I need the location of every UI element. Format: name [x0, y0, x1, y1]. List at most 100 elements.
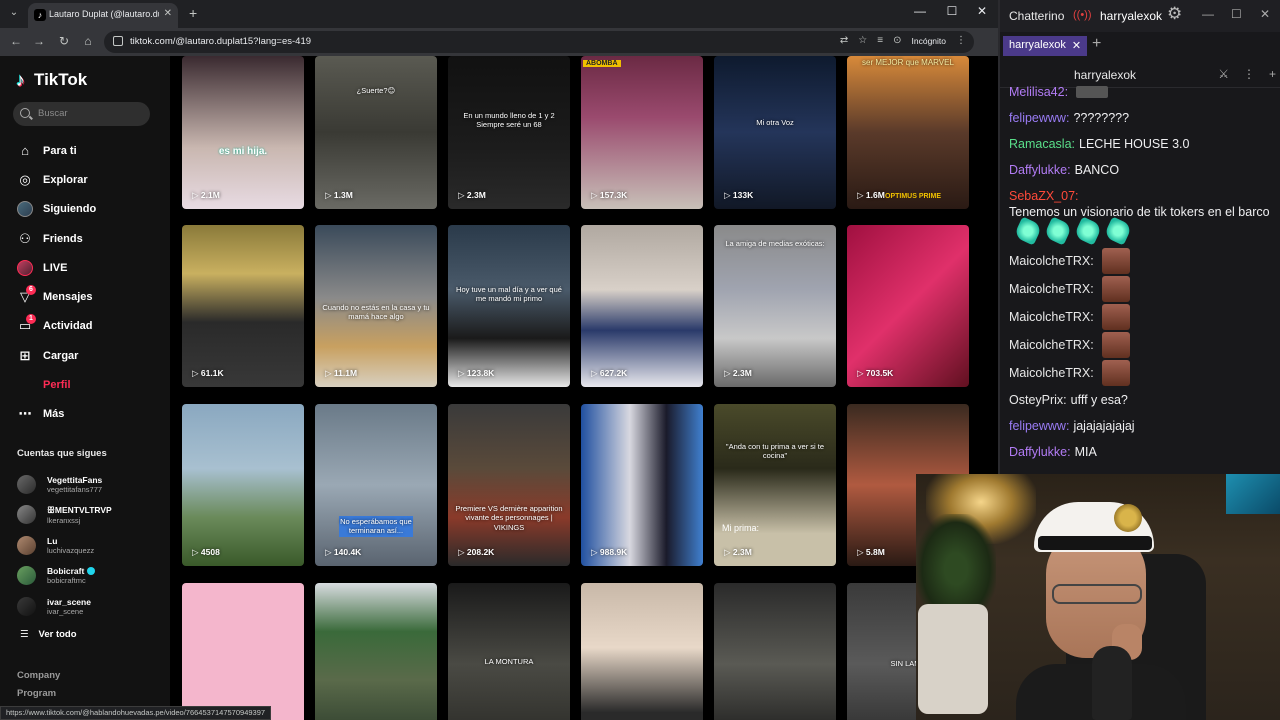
- following-account[interactable]: Bobicraft bobicraftmc: [17, 561, 112, 592]
- video-tile[interactable]: La amiga de medias exóticas: ▷ 2.3M: [714, 225, 836, 387]
- chat-tab[interactable]: harryalexok ✕: [1003, 36, 1088, 56]
- footer-link-company[interactable]: Company: [17, 670, 60, 681]
- chat-message: MaicolcheTRX:: [1009, 276, 1277, 302]
- tiktok-logo[interactable]: TikTok: [16, 70, 87, 91]
- incognito-label[interactable]: Incógnito: [912, 36, 947, 46]
- nav-item-friends[interactable]: ⚇ Friends: [0, 224, 170, 253]
- moderation-icon[interactable]: ⚔: [1218, 67, 1229, 81]
- translate-icon[interactable]: ⇄: [840, 35, 848, 46]
- site-info-icon[interactable]: [113, 36, 123, 46]
- chat-message-text: jajajajajajaj: [1073, 419, 1135, 433]
- play-icon: ▷: [857, 547, 866, 557]
- view-count-value: 2.3M: [732, 368, 752, 378]
- chat-username[interactable]: Daffylukke:: [1009, 162, 1071, 178]
- address-bar[interactable]: tiktok.com/@lautaro.duplat15?lang=es-419…: [104, 31, 974, 53]
- nav-item-mas[interactable]: ⋯ Más: [0, 400, 170, 429]
- following-account[interactable]: VegettitaFans vegettitafans777: [17, 469, 112, 500]
- video-tile[interactable]: ▷ 157.3K ABOMBA: [581, 56, 703, 209]
- add-split-icon[interactable]: +: [1269, 67, 1276, 81]
- chat-username[interactable]: MaicolcheTRX:: [1009, 337, 1094, 353]
- video-tile[interactable]: es mi hija. ▷ 2.1M: [182, 56, 304, 209]
- tab-close-icon[interactable]: ✕: [164, 8, 172, 19]
- nav-item-mensajes[interactable]: ▽ 6 Mensajes: [0, 282, 170, 311]
- chat-username[interactable]: Melilisa42:: [1009, 84, 1068, 100]
- video-tile[interactable]: ▷ 988.9K: [581, 404, 703, 566]
- back-icon[interactable]: ←: [9, 34, 23, 48]
- play-icon: ▷: [724, 547, 733, 557]
- video-tile[interactable]: Cuando no estás en la casa y tu mamá hac…: [315, 225, 437, 387]
- search-input[interactable]: Buscar: [13, 102, 150, 126]
- video-tile[interactable]: "Anda con tu prima a ver si te cocina" ▷ …: [714, 404, 836, 566]
- reading-list-icon[interactable]: ≡: [877, 35, 883, 46]
- video-tile[interactable]: Premiere VS dernière apparition vivante …: [448, 404, 570, 566]
- nav-item-siguiendo[interactable]: Siguiendo: [0, 195, 170, 224]
- chat-username[interactable]: Daffylukke:: [1009, 444, 1071, 460]
- maximize-icon[interactable]: ☐: [1231, 7, 1242, 21]
- video-tile[interactable]: Mi otra Voz ▷ 133K: [714, 56, 836, 209]
- following-account[interactable]: ꕥMENTVLTRVP lkeranxssj: [17, 500, 112, 531]
- bookmark-star-icon[interactable]: ☆: [858, 35, 867, 46]
- tab-search-icon[interactable]: ⌄: [6, 5, 22, 21]
- chat-username[interactable]: MaicolcheTRX:: [1009, 281, 1094, 297]
- video-tile[interactable]: LA MONTURA: [448, 583, 570, 720]
- add-tab-icon[interactable]: +: [1092, 35, 1101, 53]
- video-tile[interactable]: ▷ 4508: [182, 404, 304, 566]
- incognito-icon[interactable]: ⊙: [893, 35, 901, 46]
- video-tile[interactable]: Hoy tuve un mal día y a ver qué me mandó…: [448, 225, 570, 387]
- play-icon: ▷: [724, 190, 733, 200]
- new-tab-icon[interactable]: +: [189, 5, 197, 21]
- chat-username[interactable]: MaicolcheTRX:: [1009, 309, 1094, 325]
- video-tile[interactable]: ▷ 61.1K: [182, 225, 304, 387]
- following-account[interactable]: Lu luchivazquezz: [17, 530, 112, 561]
- nav-item-live[interactable]: LIVE: [0, 253, 170, 282]
- forward-icon[interactable]: →: [32, 34, 46, 48]
- minimize-icon[interactable]: —: [912, 4, 928, 18]
- following-account[interactable]: ivar_scene ivar_scene: [17, 591, 112, 622]
- video-tile[interactable]: [182, 583, 304, 720]
- browser-menu-icon[interactable]: ⋮: [956, 35, 966, 46]
- video-tile[interactable]: En un mundo lleno de 1 y 2 Siempre seré …: [448, 56, 570, 209]
- nav-item-actividad[interactable]: ▭ 1 Actividad: [0, 312, 170, 341]
- chat-username[interactable]: felipewww:: [1009, 418, 1069, 434]
- see-all-button[interactable]: ☰ Ver todo: [20, 629, 77, 640]
- video-tile[interactable]: ser MEJOR que MARVEL ▷ 1.6M OPTIMUS PRIME: [847, 56, 969, 209]
- video-tile[interactable]: [315, 583, 437, 720]
- home-icon[interactable]: ⌂: [81, 34, 95, 48]
- video-tile[interactable]: No esperábamos que terminaran así... ▷ 14…: [315, 404, 437, 566]
- close-icon[interactable]: ✕: [1072, 39, 1081, 53]
- view-count-value: 5.8M: [865, 547, 885, 557]
- chat-username[interactable]: MaicolcheTRX:: [1009, 253, 1094, 269]
- close-window-icon[interactable]: ✕: [1260, 7, 1270, 21]
- minimize-icon[interactable]: —: [1202, 7, 1214, 21]
- view-count-value: 208.2K: [466, 547, 495, 557]
- nav-item-para-ti[interactable]: ⌂ Para ti: [0, 136, 170, 165]
- chat-username[interactable]: SebaZX_07:: [1009, 188, 1079, 204]
- video-tile[interactable]: ¿Suerte?😊 ▷ 1.3M: [315, 56, 437, 209]
- url-text[interactable]: tiktok.com/@lautaro.duplat15?lang=es-419: [130, 36, 311, 47]
- chat-username[interactable]: Ramacasla:: [1009, 136, 1075, 152]
- video-tile[interactable]: [714, 583, 836, 720]
- account-name: VegettitaFans: [47, 474, 103, 485]
- chat-username[interactable]: OsteyPrix:: [1009, 392, 1067, 408]
- chat-username[interactable]: felipewww:: [1009, 110, 1069, 126]
- nav-item-explorar[interactable]: ◎ Explorar: [0, 165, 170, 194]
- more-options-icon[interactable]: ⋮: [1243, 67, 1255, 81]
- close-window-icon[interactable]: ✕: [974, 4, 990, 18]
- gear-icon[interactable]: ⚙: [1167, 4, 1182, 24]
- video-caption: Cuando no estás en la casa y tu mamá hac…: [322, 303, 430, 322]
- search-icon: [20, 108, 30, 118]
- maximize-icon[interactable]: ☐: [944, 4, 960, 18]
- video-tile[interactable]: [581, 583, 703, 720]
- emote-icon: [1076, 86, 1109, 98]
- nav-item-cargar[interactable]: ⊞ Cargar: [0, 341, 170, 370]
- video-tile[interactable]: ▷ 703.5K: [847, 225, 969, 387]
- browser-tab[interactable]: ♪ Lautaro Duplat (@lautaro.duplat ✕: [28, 3, 178, 28]
- reload-icon[interactable]: ↻: [57, 34, 71, 48]
- chat-message: Ramacasla: LECHE HOUSE 3.0: [1009, 136, 1277, 152]
- nav-item-perfil[interactable]: Perfil: [0, 370, 170, 399]
- video-tile[interactable]: ▷ 627.2K: [581, 225, 703, 387]
- chat-username[interactable]: MaicolcheTRX:: [1009, 365, 1094, 381]
- video-view-count: ▷ 2.3M: [724, 547, 752, 558]
- footer-link-program[interactable]: Program: [17, 688, 56, 699]
- nav-label: LIVE: [43, 261, 68, 274]
